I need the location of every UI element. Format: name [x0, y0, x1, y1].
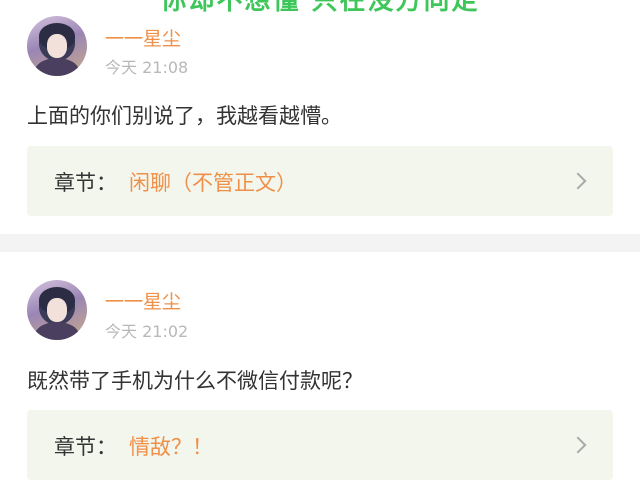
chapter-label: 章节：: [54, 171, 117, 195]
chapter-link[interactable]: 章节： 闲聊（不管正文）: [27, 146, 613, 216]
chapter-link[interactable]: 章节： 情敌？！: [27, 410, 613, 480]
overlay-caption: 你却不想懂 只在没方向走: [160, 0, 480, 16]
avatar[interactable]: [27, 280, 87, 340]
comment-card: 一一星尘 今天 21:02 既然带了手机为什么不微信付款呢？ 章节： 情敌？！: [0, 252, 640, 480]
chevron-right-icon: [569, 172, 587, 190]
divider: [0, 234, 640, 252]
chevron-right-icon: [569, 436, 587, 454]
timestamp: 今天 21:02: [105, 322, 189, 341]
chapter-name: 情敌？！: [129, 435, 213, 459]
username[interactable]: 一一星尘: [105, 24, 181, 51]
comment-text: 既然带了手机为什么不微信付款呢？: [27, 369, 363, 393]
chapter-name: 闲聊（不管正文）: [129, 171, 297, 195]
avatar[interactable]: [27, 16, 87, 76]
timestamp: 今天 21:08: [105, 58, 189, 77]
comment-text: 上面的你们别说了，我越看越懵。: [27, 104, 342, 128]
comment-card: 一一星尘 今天 21:08 上面的你们别说了，我越看越懵。 章节： 闲聊（不管正…: [0, 0, 640, 234]
chapter-label: 章节：: [54, 435, 117, 459]
username[interactable]: 一一星尘: [105, 287, 181, 314]
